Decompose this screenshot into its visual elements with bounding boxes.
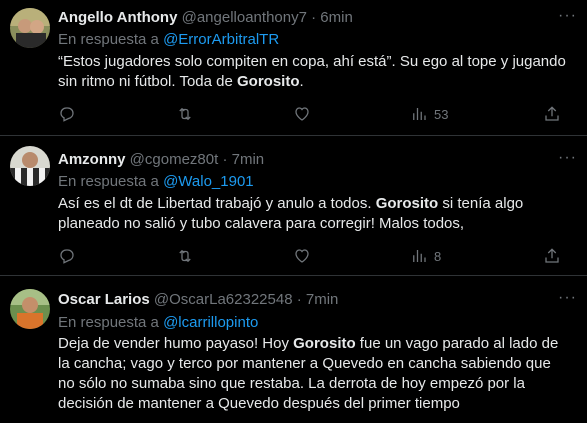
tweet-header: Oscar Larios @OscarLa62322548 · 7min [58,291,338,309]
more-options-icon[interactable]: ··· [558,7,577,25]
action-bar: 8 [58,247,568,267]
tweet-reply[interactable]: Angello Anthony @angelloanthony7 · 6min … [0,0,587,135]
tweet-text-line: sin ritmo ni fútbol. Toda de Gorosito. [58,73,304,90]
tweet-text-line: decisión de mantener a Quevedo después d… [58,395,460,412]
avatar[interactable] [10,146,50,186]
author-name[interactable]: Oscar Larios [58,291,150,308]
share-button[interactable] [543,105,561,123]
avatar[interactable] [10,289,50,329]
separator-dot: · [311,9,317,26]
views-count: 8 [434,248,442,264]
tweet-text-line: Así es el dt de Libertad trabajó y anulo… [58,195,524,212]
retweet-button[interactable] [176,105,194,123]
author-handle[interactable]: @angelloanthony7 [182,9,307,26]
action-bar: 53 [58,105,568,125]
reply-prefix: En respuesta a [58,173,159,190]
more-options-icon[interactable]: ··· [558,149,577,167]
tweet-reply[interactable]: Oscar Larios @OscarLa62322548 · 7min ···… [0,276,587,423]
author-name[interactable]: Amzonny [58,151,126,168]
author-handle[interactable]: @OscarLa62322548 [154,291,293,308]
tweet-text-line: “Estos jugadores solo compiten en copa, … [58,53,566,70]
tweet-text-line: Deja de vender humo payaso! Hoy Gorosito… [58,335,559,352]
views-button[interactable]: 8 [410,247,441,265]
share-icon [545,106,559,121]
tweet-reply[interactable]: Amzonny @cgomez80t · 7min ··· En respues… [0,136,587,275]
timestamp[interactable]: 7min [232,151,265,168]
reply-prefix: En respuesta a [58,314,159,331]
timestamp[interactable]: 6min [320,9,353,26]
reply-button[interactable] [58,105,76,123]
more-options-icon[interactable]: ··· [558,289,577,307]
highlight-keyword: Gorosito [375,195,439,212]
timestamp[interactable]: 7min [306,291,339,308]
reply-mention-link[interactable]: @Walo_1901 [163,173,254,190]
reply-icon [60,249,74,264]
highlight-keyword: Gorosito [237,73,300,90]
tweet-text: Así es el dt de Libertad trabajó y anulo… [58,194,573,234]
views-count: 53 [434,106,449,122]
tweet-text: “Estos jugadores solo compiten en copa, … [58,52,573,92]
views-chart-icon [413,250,426,262]
retweet-icon [179,107,191,121]
reply-mention-link[interactable]: @ErrorArbitralTR [163,31,279,48]
highlight-keyword: Gorosito [293,335,356,352]
author-name[interactable]: Angello Anthony [58,9,177,26]
avatar[interactable] [10,8,50,48]
reply-icon [60,107,74,122]
reply-mention-link[interactable]: @lcarrillopinto [163,314,258,331]
like-button[interactable] [293,247,311,265]
reply-context: En respuesta a @ErrorArbitralTR [58,31,279,49]
retweet-icon [179,249,191,263]
separator-dot: · [222,151,228,168]
tweet-header: Amzonny @cgomez80t · 7min [58,151,264,169]
reply-prefix: En respuesta a [58,31,159,48]
share-icon [545,248,559,263]
separator-dot: · [296,291,302,308]
like-button[interactable] [293,105,311,123]
retweet-button[interactable] [176,247,194,265]
heart-icon [295,249,309,263]
share-button[interactable] [543,247,561,265]
author-handle[interactable]: @cgomez80t [130,151,219,168]
tweet-text: Deja de vender humo payaso! Hoy Gorosito… [58,334,573,414]
tweet-header: Angello Anthony @angelloanthony7 · 6min [58,9,353,27]
reply-button[interactable] [58,247,76,265]
reply-context: En respuesta a @lcarrillopinto [58,314,258,332]
reply-feed: Angello Anthony @angelloanthony7 · 6min … [0,0,587,423]
heart-icon [295,107,309,121]
tweet-text-line: no sólo no sumaba sino que restaba. La d… [58,375,525,392]
tweet-text-line: la cancha; vago y terco por mantener a Q… [58,355,551,372]
views-button[interactable]: 53 [410,105,448,123]
tweet-text-line: planeado no salió y tubo calavera para c… [58,215,465,232]
views-chart-icon [413,108,426,120]
reply-context: En respuesta a @Walo_1901 [58,173,254,191]
